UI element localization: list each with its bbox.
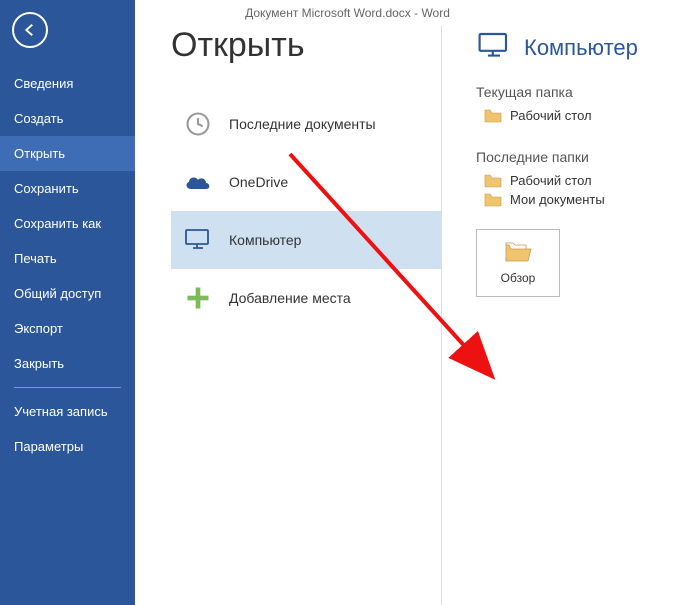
- location-onedrive[interactable]: OneDrive: [171, 153, 441, 211]
- location-computer-label: Компьютер: [229, 232, 301, 248]
- recent-folder-name: Мои документы: [510, 192, 605, 207]
- sidebar-item-close[interactable]: Закрыть: [0, 346, 135, 381]
- computer-icon: [181, 223, 215, 257]
- cloud-icon: [181, 165, 215, 199]
- main-panel: Открыть Последние документы OneDrive: [135, 0, 695, 605]
- backstage-view: Сведения Создать Открыть Сохранить Сохра…: [0, 0, 695, 605]
- folder-icon: [484, 193, 502, 207]
- sidebar-item-account[interactable]: Учетная запись: [0, 394, 135, 429]
- location-add-place-label: Добавление места: [229, 290, 351, 306]
- location-computer[interactable]: Компьютер: [171, 211, 441, 269]
- browse-button[interactable]: Обзор: [476, 229, 560, 297]
- sidebar-item-open[interactable]: Открыть: [0, 136, 135, 171]
- computer-icon: [476, 30, 512, 66]
- sidebar-item-save[interactable]: Сохранить: [0, 171, 135, 206]
- details-header: Компьютер: [476, 30, 695, 66]
- current-folder-name: Рабочий стол: [510, 108, 592, 123]
- details-column: Компьютер Текущая папка Рабочий стол Пос…: [441, 26, 695, 605]
- recent-folders-label: Последние папки: [476, 149, 695, 165]
- sidebar-item-share[interactable]: Общий доступ: [0, 276, 135, 311]
- browse-label: Обзор: [501, 271, 536, 285]
- sidebar-item-print[interactable]: Печать: [0, 241, 135, 276]
- page-title: Открыть: [171, 26, 441, 65]
- sidebar-item-export[interactable]: Экспорт: [0, 311, 135, 346]
- folder-open-icon: [504, 241, 532, 265]
- current-folder-link[interactable]: Рабочий стол: [484, 108, 695, 123]
- location-recent-label: Последние документы: [229, 116, 376, 132]
- sidebar-item-info[interactable]: Сведения: [0, 66, 135, 101]
- locations-list: Последние документы OneDrive Компьютер: [171, 95, 441, 327]
- folder-icon: [484, 174, 502, 188]
- recent-folder-name: Рабочий стол: [510, 173, 592, 188]
- recent-folder-link[interactable]: Мои документы: [484, 192, 695, 207]
- folder-icon: [484, 109, 502, 123]
- back-button[interactable]: [12, 12, 48, 48]
- location-add-place[interactable]: Добавление места: [171, 269, 441, 327]
- sidebar-item-options[interactable]: Параметры: [0, 429, 135, 464]
- backstage-sidebar: Сведения Создать Открыть Сохранить Сохра…: [0, 0, 135, 605]
- location-onedrive-label: OneDrive: [229, 174, 288, 190]
- recent-folder-link[interactable]: Рабочий стол: [484, 173, 695, 188]
- location-recent[interactable]: Последние документы: [171, 95, 441, 153]
- locations-column: Открыть Последние документы OneDrive: [171, 26, 441, 605]
- sidebar-item-save-as[interactable]: Сохранить как: [0, 206, 135, 241]
- arrow-left-icon: [21, 21, 39, 39]
- sidebar-separator: [14, 387, 121, 388]
- sidebar-item-new[interactable]: Создать: [0, 101, 135, 136]
- details-title: Компьютер: [524, 35, 638, 61]
- clock-icon: [181, 107, 215, 141]
- plus-icon: [181, 281, 215, 315]
- current-folder-label: Текущая папка: [476, 84, 695, 100]
